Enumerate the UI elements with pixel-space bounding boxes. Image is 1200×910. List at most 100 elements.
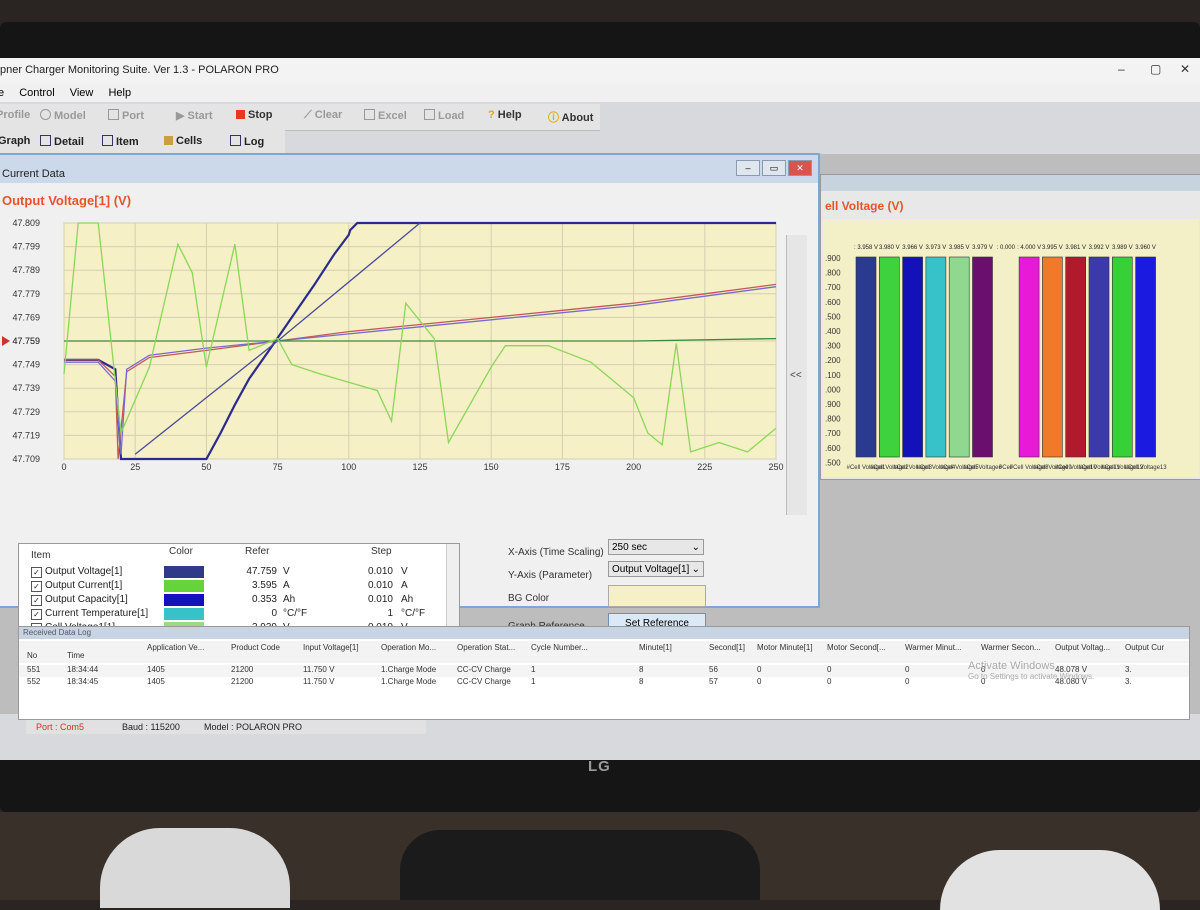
log-column-header[interactable]: Time <box>67 651 84 660</box>
profile-button[interactable]: Profile <box>0 109 30 121</box>
cell-bar-10 <box>1065 256 1086 458</box>
log-cell: 11.750 V <box>303 665 335 674</box>
cell-y-tick: .300 <box>825 342 841 351</box>
item-checkbox[interactable]: ✓ <box>31 595 42 606</box>
bg-color-swatch[interactable] <box>608 585 706 607</box>
log-button[interactable]: Log <box>230 135 264 148</box>
menu-control[interactable]: Control <box>19 87 54 99</box>
cell-value-label: : 3.958 V <box>854 245 878 251</box>
load-button[interactable]: Load <box>424 109 464 122</box>
log-cell: CC-CV Charge <box>457 677 511 686</box>
item-color-swatch[interactable] <box>164 580 204 592</box>
help-button[interactable]: ? Help <box>488 109 522 121</box>
log-column-header[interactable]: Minute[1] <box>639 643 672 652</box>
clear-button[interactable]: ⟋ Clear <box>304 109 342 122</box>
subwin-restore-button[interactable]: ▭ <box>762 160 786 176</box>
log-column-header[interactable]: Motor Second[... <box>827 643 886 652</box>
cell-bar-2 <box>878 256 900 458</box>
subwin-minimize-button[interactable]: – <box>736 160 760 176</box>
log-cell: 551 <box>27 665 41 674</box>
item-color-swatch[interactable] <box>164 608 204 620</box>
log-cell: 0 <box>827 665 832 674</box>
log-column-header[interactable]: No <box>27 651 37 660</box>
x-tick-label: 0 <box>61 462 66 472</box>
log-column-header[interactable]: Product Code <box>231 643 280 652</box>
cells-button[interactable]: Cells <box>164 135 202 147</box>
log-cell: 1.Charge Mode <box>381 665 437 674</box>
chevron-down-icon: ⌄ <box>691 542 700 553</box>
y-axis-label: Y-Axis (Parameter) <box>508 570 593 581</box>
window-title: pner Charger Monitoring Suite. Ver 1.3 -… <box>0 64 279 76</box>
item-color-swatch[interactable] <box>164 594 204 606</box>
log-cell: 3. <box>1125 665 1132 674</box>
cell-value-label: 3.995 V <box>1042 245 1063 251</box>
monitor-logo: LG <box>588 758 611 775</box>
item-checkbox[interactable]: ✓ <box>31 567 42 578</box>
log-column-header[interactable]: Output Cur <box>1125 643 1164 652</box>
log-column-header[interactable]: Application Ve... <box>147 643 204 652</box>
item-row[interactable]: ✓ Output Voltage[1] 47.759 V 0.010 V <box>19 566 459 580</box>
cell-value-label: 3.981 V <box>1065 245 1086 251</box>
subwin-close-button[interactable]: ✕ <box>788 160 812 176</box>
data-log-title: Received Data Log <box>19 627 1189 639</box>
maximize-button[interactable]: ▢ <box>1150 62 1161 76</box>
item-header: Item <box>31 550 51 561</box>
item-step-value: 1 <box>387 608 393 619</box>
collapse-icon[interactable]: << <box>790 370 802 381</box>
log-column-header[interactable]: Operation Mo... <box>381 643 436 652</box>
cells-icon <box>164 136 173 145</box>
log-cell: 0 <box>757 677 762 686</box>
log-column-header[interactable]: Cycle Number... <box>531 643 588 652</box>
item-name: Current Temperature[1] <box>45 608 149 619</box>
item-row[interactable]: ✓ Output Capacity[1] 0.353 Ah 0.010 Ah <box>19 594 459 608</box>
port-button[interactable]: Port <box>108 109 144 122</box>
item-checkbox[interactable]: ✓ <box>31 581 42 592</box>
log-cell: CC-CV Charge <box>457 665 511 674</box>
cell-panel-title: ell Voltage (V) <box>825 199 904 213</box>
cell-voltage-panel: ell Voltage (V) .900 .800 .700 .600 .500 .400… <box>820 174 1200 480</box>
cell-bar-4 <box>925 256 947 458</box>
about-button[interactable]: ⓘ About <box>548 109 593 125</box>
menu-help[interactable]: Help <box>108 87 131 99</box>
close-button[interactable]: ✕ <box>1180 62 1190 76</box>
log-cell: 8 <box>639 677 644 686</box>
status-port: Port : Com5 <box>36 722 85 732</box>
y-axis-select[interactable]: Output Voltage[1] ⌄ <box>608 561 704 577</box>
activate-windows-watermark: Activate Windows Go to Settings to activ… <box>968 660 1094 681</box>
item-checkbox[interactable]: ✓ <box>31 609 42 620</box>
excel-icon <box>364 109 375 120</box>
log-column-header[interactable]: Input Voltage[1] <box>303 643 359 652</box>
y-tick-label: 47.769 <box>12 312 40 322</box>
model-icon <box>40 109 51 120</box>
minimize-button[interactable]: – <box>1118 62 1125 76</box>
item-color-swatch[interactable] <box>164 566 204 578</box>
log-column-header[interactable]: Output Voltag... <box>1055 643 1110 652</box>
excel-button[interactable]: Excel <box>364 109 407 122</box>
x-tick-label: 125 <box>412 462 427 472</box>
detail-button[interactable]: Detail <box>40 135 84 148</box>
item-row[interactable]: ✓ Output Current[1] 3.595 A 0.010 A <box>19 580 459 594</box>
item-row[interactable]: ✓ Current Temperature[1] 0 °C/°F 1 °C/°F <box>19 608 459 622</box>
log-column-header[interactable]: Operation Stat... <box>457 643 515 652</box>
graph-button[interactable]: Graph <box>0 135 30 147</box>
stop-button[interactable]: Stop <box>236 109 272 121</box>
menu-file[interactable]: e <box>0 87 4 99</box>
x-axis-select[interactable]: 250 sec ⌄ <box>608 539 704 555</box>
y-tick-label: 47.779 <box>12 289 40 299</box>
collapse-panel[interactable]: << <box>786 235 807 515</box>
cell-value-label: 3.992 V <box>1089 245 1110 251</box>
log-column-header[interactable]: Motor Minute[1] <box>757 643 813 652</box>
model-button[interactable]: Model <box>40 109 86 122</box>
menu-view[interactable]: View <box>70 87 94 99</box>
view-toolbar: Graph Detail Item Cells Log <box>0 130 285 154</box>
log-cell: 0 <box>905 665 910 674</box>
item-button[interactable]: Item <box>102 135 139 148</box>
y-tick-label: 47.749 <box>12 360 40 370</box>
x-tick-label: 225 <box>697 462 712 472</box>
item-refer-unit: °C/°F <box>283 608 308 619</box>
log-column-header[interactable]: Warmer Minut... <box>905 643 962 652</box>
cell-bar-6 <box>972 256 993 458</box>
start-button[interactable]: ▶ Start <box>176 109 213 122</box>
log-column-header[interactable]: Second[1] <box>709 643 745 652</box>
log-column-header[interactable]: Warmer Secon... <box>981 643 1041 652</box>
